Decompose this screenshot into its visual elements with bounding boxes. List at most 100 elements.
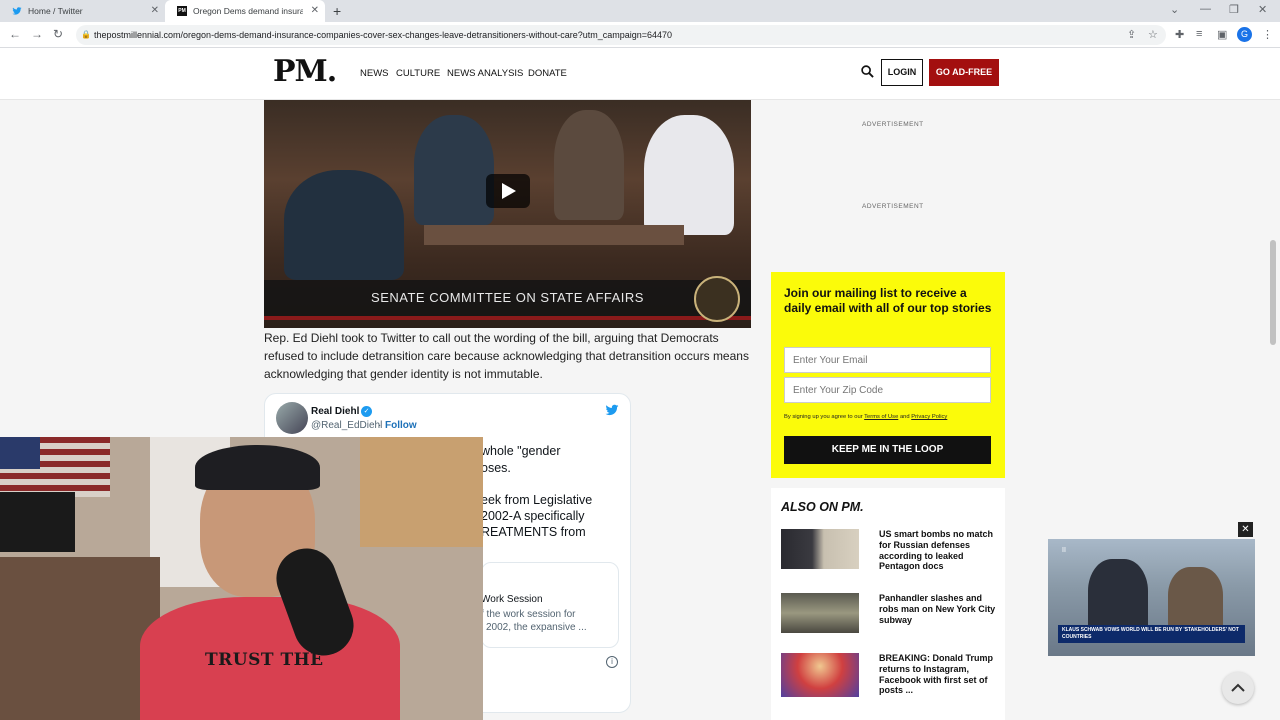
ad-label: ADVERTISEMENT [862, 203, 924, 210]
streamer-cap [195, 445, 320, 490]
lock-icon: 🔒 [81, 30, 91, 39]
card-description: f the work session for [481, 609, 576, 620]
story-thumbnail[interactable] [781, 529, 859, 569]
background-corkboard [360, 437, 483, 547]
new-tab-icon[interactable]: + [333, 3, 341, 19]
tweet-author-name[interactable]: Real Diehl [311, 406, 359, 417]
card-description: l 2002, the expansive ... [481, 622, 587, 633]
pm-favicon-icon: PM [177, 6, 187, 16]
share-icon[interactable]: ⇪ [1127, 28, 1136, 41]
shirt-text: TRUST THE [205, 650, 324, 670]
legal-prefix: By signing up you agree to our [784, 414, 863, 420]
video-figure [284, 170, 404, 280]
site-header: PM. NEWS CULTURE NEWS ANALYSIS DONATE LO… [0, 49, 1280, 100]
flag-canton [0, 437, 40, 469]
restore-icon[interactable]: ❐ [1229, 3, 1239, 16]
email-field[interactable] [784, 347, 991, 373]
signup-legal-text: By signing up you agree to our Terms of … [784, 414, 999, 420]
ad-label: ADVERTISEMENT [862, 121, 924, 128]
video-desk [424, 225, 684, 245]
video-figure [554, 110, 624, 220]
scroll-to-top-button[interactable] [1222, 672, 1254, 704]
chevron-up-icon [1231, 683, 1245, 692]
info-icon[interactable]: i [606, 656, 618, 668]
tweet-text-line: REATMENTS from [481, 525, 586, 539]
page-scrollbar[interactable] [1270, 240, 1276, 345]
close-tab-icon[interactable]: ✕ [151, 5, 159, 16]
nav-donate[interactable]: DONATE [528, 68, 567, 79]
background-desk [0, 557, 160, 720]
tweet-text-line: whole "gender [481, 444, 561, 458]
browser-tab-bar: Home / Twitter ✕ PM Oregon Dems demand i… [0, 0, 1280, 22]
search-icon[interactable] [861, 65, 874, 78]
zip-code-field[interactable] [784, 377, 991, 403]
list-item[interactable]: Panhandler slashes and robs man on New Y… [781, 593, 1001, 633]
address-bar-row: ← → ↻ 🔒 thepostmillennial.com/oregon-dem… [0, 22, 1280, 48]
tab-twitter[interactable]: Home / Twitter ✕ [0, 0, 165, 22]
story-thumbnail[interactable] [781, 593, 859, 633]
tab-oregon-dems[interactable]: PM Oregon Dems demand insurance ✕ [165, 0, 325, 22]
list-item[interactable]: BREAKING: Donald Trump returns to Instag… [781, 653, 1001, 697]
minimize-icon[interactable]: — [1200, 3, 1211, 15]
reading-list-icon[interactable]: ≡ [1196, 28, 1202, 40]
caption-accent-line [264, 316, 751, 320]
senate-seal-icon [694, 276, 740, 322]
also-on-title: ALSO ON PM. [781, 500, 864, 514]
url-input[interactable]: 🔒 thepostmillennial.com/oregon-dems-dema… [76, 25, 1166, 45]
play-button[interactable] [486, 174, 530, 208]
login-button[interactable]: LOGIN [881, 59, 923, 86]
nav-culture[interactable]: CULTURE [396, 68, 440, 79]
legal-and: and [899, 414, 910, 420]
profile-avatar[interactable]: G [1237, 27, 1252, 42]
go-ad-free-button[interactable]: GO AD-FREE [929, 59, 999, 86]
tweet-link-card[interactable] [481, 562, 619, 648]
nav-news[interactable]: NEWS [360, 68, 389, 79]
story-thumbnail[interactable] [781, 653, 859, 697]
tweet-handle[interactable]: @Real_EdDiehl [311, 420, 382, 431]
forward-icon[interactable]: → [31, 27, 43, 41]
tab-title: Oregon Dems demand insurance [193, 6, 303, 16]
video-caption: SENATE COMMITTEE ON STATE AFFAIRS [264, 280, 751, 316]
floating-video-player[interactable]: II KLAUS SCHWAB VOWS WORLD WILL BE RUN B… [1048, 539, 1255, 656]
close-tab-icon[interactable]: ✕ [311, 5, 319, 16]
also-on-pm-section: ALSO ON PM. US smart bombs no match for … [771, 488, 1005, 720]
close-window-icon[interactable]: ✕ [1258, 3, 1267, 16]
reload-icon[interactable]: ↻ [53, 27, 63, 41]
story-title[interactable]: US smart bombs no match for Russian defe… [879, 529, 997, 572]
close-icon[interactable]: ✕ [1238, 522, 1253, 537]
terms-link[interactable]: Terms of Use [864, 414, 898, 420]
nav-news-analysis[interactable]: NEWS ANALYSIS [447, 68, 523, 79]
article-video[interactable]: SENATE COMMITTEE ON STATE AFFAIRS [264, 100, 751, 328]
back-icon[interactable]: ← [9, 27, 21, 41]
twitter-bird-icon[interactable] [604, 403, 620, 417]
tweet-text-line: oses. [481, 461, 511, 475]
story-title[interactable]: Panhandler slashes and robs man on New Y… [879, 593, 997, 625]
video-figure [644, 115, 734, 235]
privacy-link[interactable]: Privacy Policy [911, 414, 947, 420]
list-item[interactable]: US smart bombs no match for Russian defe… [781, 529, 1001, 572]
follow-link[interactable]: Follow [385, 420, 417, 431]
video-figure [414, 115, 494, 225]
background-monitor [0, 492, 75, 552]
article-paragraph: Rep. Ed Diehl took to Twitter to call ou… [264, 331, 749, 381]
twitter-icon [12, 7, 22, 15]
pause-icon[interactable]: II [1062, 547, 1066, 554]
news-ticker: KLAUS SCHWAB VOWS WORLD WILL BE RUN BY '… [1058, 625, 1245, 643]
mailing-list-signup: Join our mailing list to receive a daily… [771, 272, 1005, 478]
story-title[interactable]: BREAKING: Donald Trump returns to Instag… [879, 653, 997, 696]
webcam-overlay: TRUST THE [0, 437, 483, 720]
url-text: thepostmillennial.com/oregon-dems-demand… [94, 30, 673, 40]
tweet-text-line: 2002-A specifically [481, 509, 585, 523]
verified-badge-icon: ✓ [361, 406, 372, 417]
tweet-text-line: eek from Legislative [481, 493, 593, 507]
bookmark-star-icon[interactable]: ☆ [1148, 28, 1158, 41]
tab-search-icon[interactable]: ⌄ [1170, 3, 1179, 16]
site-logo[interactable]: PM. [273, 54, 337, 89]
tab-title: Home / Twitter [28, 6, 83, 16]
mailing-list-heading: Join our mailing list to receive a daily… [784, 286, 992, 315]
side-panel-icon[interactable]: ▣ [1217, 28, 1227, 41]
menu-icon[interactable]: ⋮ [1262, 28, 1273, 41]
extensions-icon[interactable]: ✚ [1175, 28, 1184, 41]
avatar[interactable] [276, 402, 308, 434]
keep-me-in-the-loop-button[interactable]: KEEP ME IN THE LOOP [784, 436, 991, 464]
